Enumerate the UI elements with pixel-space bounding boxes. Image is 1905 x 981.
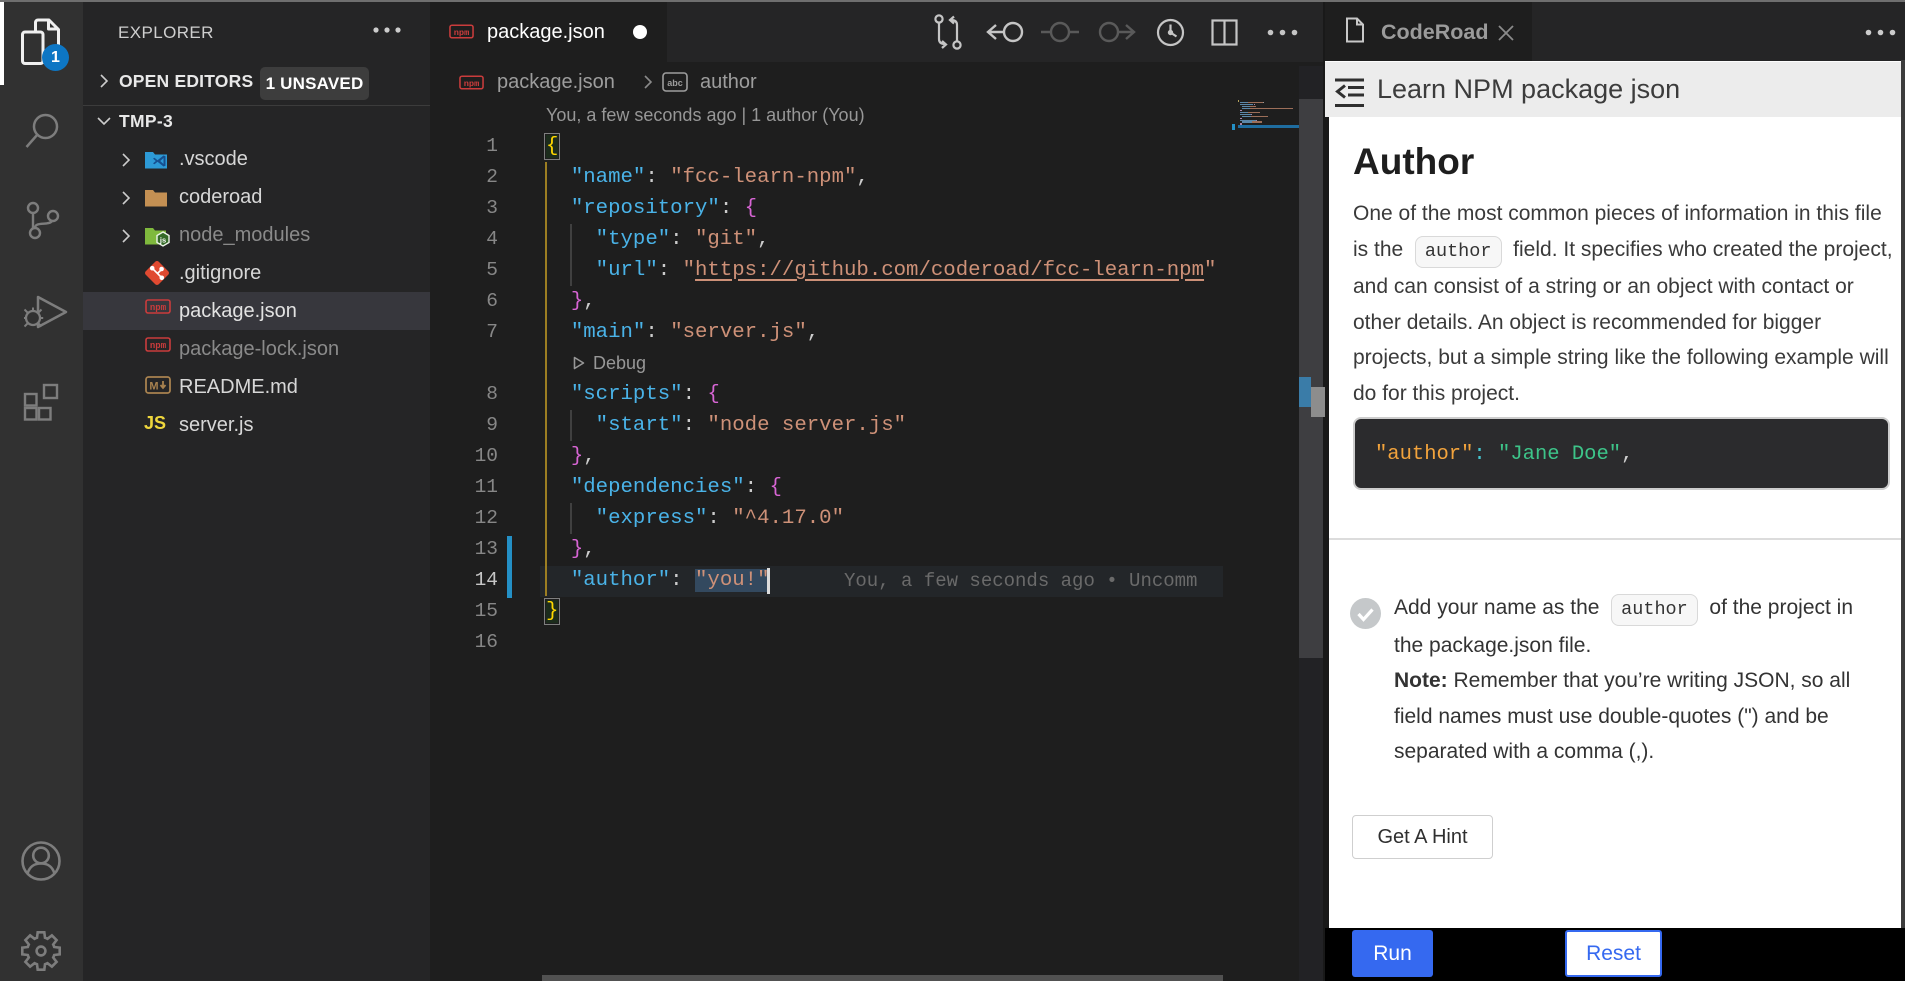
svg-text:npm: npm xyxy=(464,79,480,89)
svg-text:npm: npm xyxy=(150,303,167,313)
svg-text:npm: npm xyxy=(150,341,167,351)
svg-text:abc: abc xyxy=(667,78,683,88)
svg-text:js: js xyxy=(159,236,166,245)
svg-text:npm: npm xyxy=(454,28,470,38)
svg-text:M: M xyxy=(149,381,158,393)
